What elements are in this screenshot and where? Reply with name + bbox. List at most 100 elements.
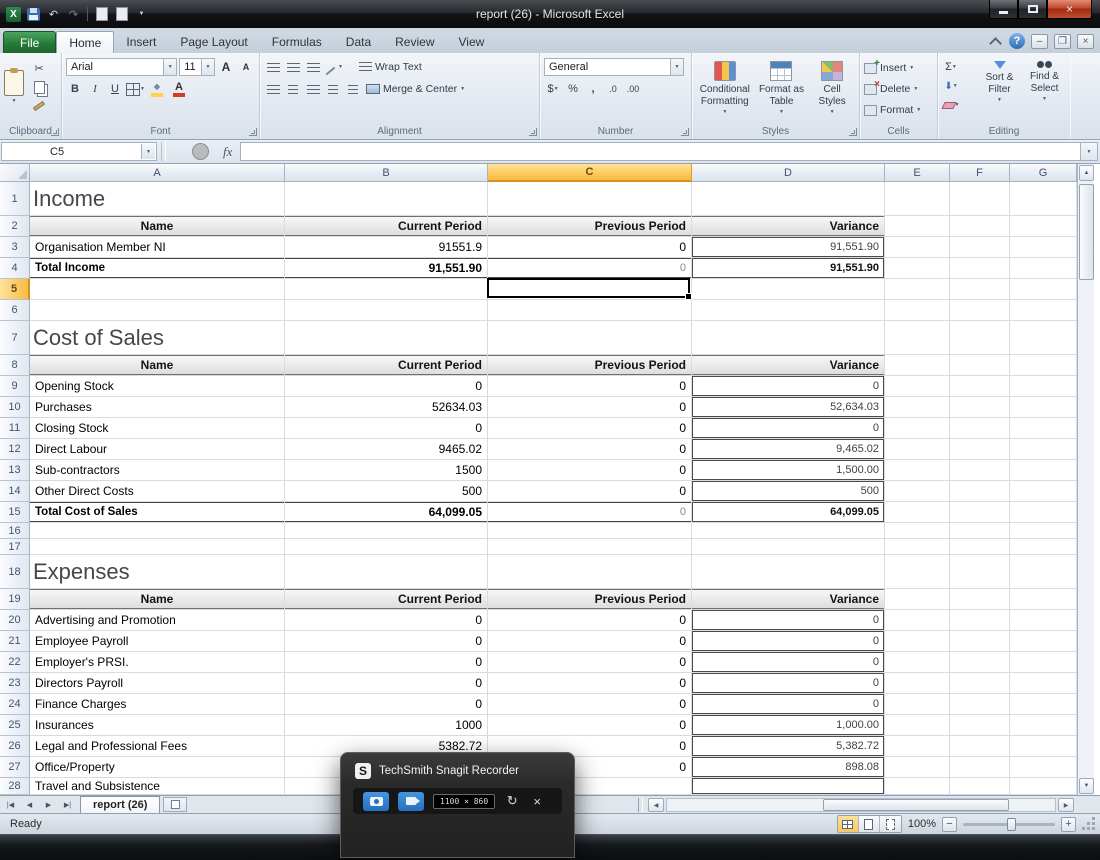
decrease-decimal-button[interactable]: .00 [624, 80, 642, 98]
cell-D26[interactable]: 5,382.72 [692, 736, 885, 756]
column-header-D[interactable]: D [692, 164, 885, 182]
cut-button[interactable]: ✂ [30, 59, 48, 77]
cell-C9[interactable]: 0 [488, 376, 692, 396]
cell-F6[interactable] [950, 300, 1010, 320]
cell-E15[interactable] [885, 502, 950, 522]
cell-A10[interactable]: Purchases [30, 397, 285, 417]
cell-D11[interactable]: 0 [692, 418, 885, 438]
font-color-button[interactable]: A [169, 80, 189, 98]
cell-F18[interactable] [950, 555, 1010, 588]
zoom-level[interactable]: 100% [908, 818, 936, 830]
cell-E18[interactable] [885, 555, 950, 588]
row-header-22[interactable]: 22 [0, 652, 30, 673]
cell-A26[interactable]: Legal and Professional Fees [30, 736, 285, 756]
cell-G11[interactable] [1010, 418, 1077, 438]
decrease-indent-button[interactable] [324, 80, 342, 98]
font-size-dropdown-icon[interactable]: ▼ [201, 59, 214, 75]
minimize-button[interactable] [989, 0, 1018, 19]
cell-D27[interactable]: 898.08 [692, 757, 885, 777]
row-header-13[interactable]: 13 [0, 460, 30, 481]
cell-C21[interactable]: 0 [488, 631, 692, 651]
cell-B16[interactable] [285, 523, 488, 538]
cell-E9[interactable] [885, 376, 950, 396]
redo-button[interactable]: ↷ [65, 6, 82, 23]
cell-G9[interactable] [1010, 376, 1077, 396]
cell-E4[interactable] [885, 258, 950, 278]
column-header-C[interactable]: C [488, 164, 692, 182]
column-header-F[interactable]: F [950, 164, 1010, 182]
save-button[interactable] [25, 6, 42, 23]
column-header-A[interactable]: A [30, 164, 285, 182]
cell-B18[interactable] [285, 555, 488, 588]
cell-F12[interactable] [950, 439, 1010, 459]
cell-C11[interactable]: 0 [488, 418, 692, 438]
cell-G10[interactable] [1010, 397, 1077, 417]
cell-B12[interactable]: 9465.02 [285, 439, 488, 459]
row-header-16[interactable]: 16 [0, 523, 30, 539]
cell-G12[interactable] [1010, 439, 1077, 459]
cell-F26[interactable] [950, 736, 1010, 756]
cell-E6[interactable] [885, 300, 950, 320]
cell-G23[interactable] [1010, 673, 1077, 693]
sheet-tab-report[interactable]: report (26) [80, 796, 160, 813]
help-icon[interactable]: ? [1009, 33, 1025, 49]
cell-A2[interactable]: Name [30, 216, 285, 236]
cell-E28[interactable] [885, 778, 950, 794]
cell-G28[interactable] [1010, 778, 1077, 794]
insert-function-button[interactable]: fx [223, 144, 232, 160]
cell-C10[interactable]: 0 [488, 397, 692, 417]
cell-B5[interactable] [285, 279, 488, 299]
cell-D12[interactable]: 9,465.02 [692, 439, 885, 459]
cell-A18[interactable]: Expenses [30, 555, 285, 588]
row-header-27[interactable]: 27 [0, 757, 30, 778]
cell-D3[interactable]: 91,551.90 [692, 237, 885, 257]
cell-D18[interactable] [692, 555, 885, 588]
align-middle-button[interactable] [284, 58, 302, 76]
cell-G2[interactable] [1010, 216, 1077, 236]
scroll-down-icon[interactable]: ▼ [1079, 778, 1094, 794]
cell-D22[interactable]: 0 [692, 652, 885, 672]
cell-F20[interactable] [950, 610, 1010, 630]
cell-E17[interactable] [885, 539, 950, 554]
cell-D5[interactable] [692, 279, 885, 299]
cell-E11[interactable] [885, 418, 950, 438]
row-header-1[interactable]: 1 [0, 182, 30, 216]
align-left-button[interactable] [264, 80, 282, 98]
cell-F17[interactable] [950, 539, 1010, 554]
next-sheet-button[interactable]: ▶ [40, 798, 57, 812]
cell-F7[interactable] [950, 321, 1010, 354]
column-header-E[interactable]: E [885, 164, 950, 182]
row-header-10[interactable]: 10 [0, 397, 30, 418]
excel-app-icon[interactable]: X [5, 6, 22, 23]
row-header-12[interactable]: 12 [0, 439, 30, 460]
cell-A13[interactable]: Sub-contractors [30, 460, 285, 480]
cell-A1[interactable]: Income [30, 182, 285, 215]
cell-F5[interactable] [950, 279, 1010, 299]
cell-E25[interactable] [885, 715, 950, 735]
undo-button[interactable]: ↶ [45, 6, 62, 23]
row-header-5[interactable]: 5 [0, 279, 30, 300]
cell-F21[interactable] [950, 631, 1010, 651]
cell-E19[interactable] [885, 589, 950, 609]
row-header-24[interactable]: 24 [0, 694, 30, 715]
cell-E27[interactable] [885, 757, 950, 777]
row-header-21[interactable]: 21 [0, 631, 30, 652]
cell-G19[interactable] [1010, 589, 1077, 609]
fill-color-button[interactable]: ◆ [147, 80, 167, 98]
tab-review[interactable]: Review [383, 31, 446, 53]
cell-G15[interactable] [1010, 502, 1077, 522]
cell-E21[interactable] [885, 631, 950, 651]
cell-D25[interactable]: 1,000.00 [692, 715, 885, 735]
cell-B15[interactable]: 64,099.05 [285, 502, 488, 522]
cell-C20[interactable]: 0 [488, 610, 692, 630]
zoom-slider-thumb[interactable] [1007, 818, 1016, 831]
cell-D9[interactable]: 0 [692, 376, 885, 396]
cell-F28[interactable] [950, 778, 1010, 794]
clipboard-dialog-launcher[interactable] [51, 128, 59, 136]
font-name-combo[interactable]: Arial ▼ [66, 58, 177, 76]
tab-file[interactable]: File [3, 31, 56, 53]
cell-G24[interactable] [1010, 694, 1077, 714]
snagit-refresh-button[interactable]: ↻ [504, 793, 520, 809]
cell-D24[interactable]: 0 [692, 694, 885, 714]
tab-page-layout[interactable]: Page Layout [168, 31, 259, 53]
